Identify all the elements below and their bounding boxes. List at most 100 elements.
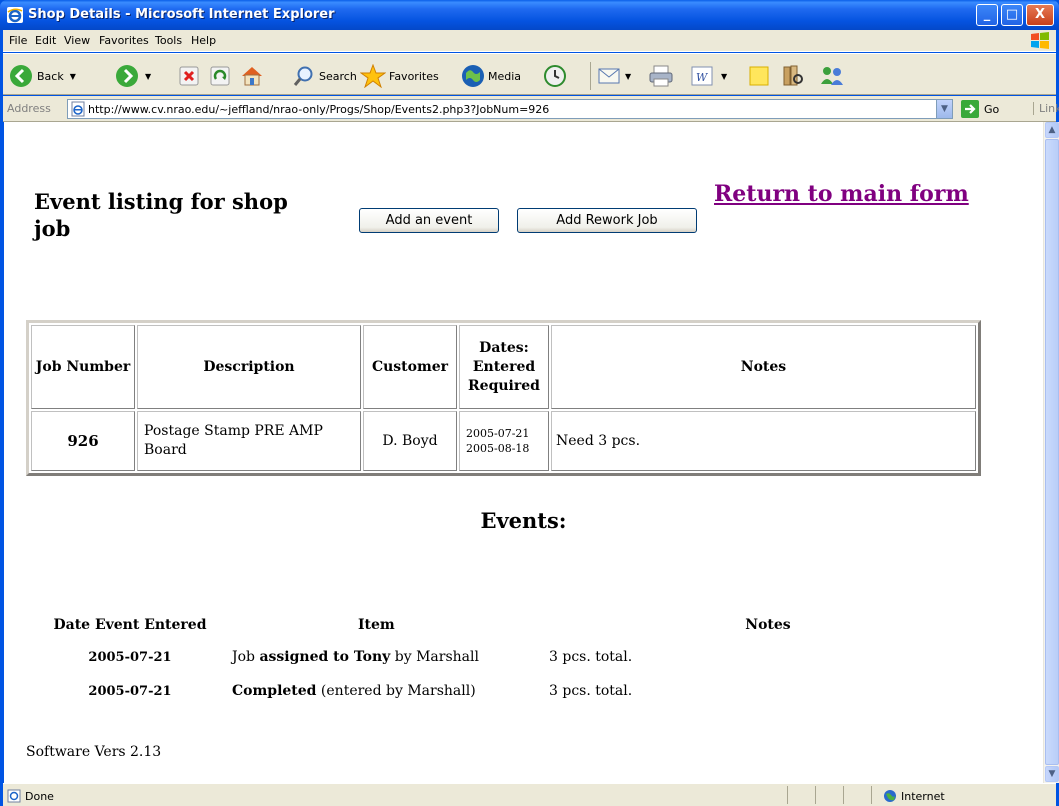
status-divider bbox=[815, 786, 816, 804]
favorites-label: Favorites bbox=[389, 69, 439, 83]
event-notes: 3 pcs. total. bbox=[549, 649, 633, 665]
job-table: Job Number Description Customer Dates: E… bbox=[26, 320, 981, 476]
events-heading: Events: bbox=[480, 508, 567, 533]
return-to-main-form-link[interactable]: Return to main form bbox=[714, 180, 994, 208]
menu-edit[interactable]: Edit bbox=[35, 34, 56, 47]
menu-view[interactable]: View bbox=[64, 34, 90, 47]
software-version: Software Vers 2.13 bbox=[26, 744, 162, 760]
messenger-icon bbox=[821, 67, 843, 85]
favorites-button[interactable]: Favorites bbox=[360, 62, 439, 90]
word-icon: W bbox=[691, 66, 713, 86]
page-viewport: Event listing for shop job Add an event … bbox=[4, 122, 1043, 783]
go-arrow-icon bbox=[961, 100, 979, 118]
events-header-date: Date Event Entered bbox=[53, 617, 207, 633]
history-button[interactable] bbox=[543, 62, 567, 90]
refresh-button[interactable] bbox=[210, 62, 230, 90]
page-icon bbox=[71, 101, 85, 117]
window-title: Shop Details - Microsoft Internet Explor… bbox=[28, 7, 335, 22]
windows-logo-icon bbox=[1031, 32, 1049, 49]
menu-tools[interactable]: Tools bbox=[155, 34, 182, 47]
header-customer: Customer bbox=[363, 325, 457, 409]
discuss-button[interactable] bbox=[748, 62, 770, 90]
search-label: Search bbox=[319, 69, 357, 83]
media-button[interactable]: Media bbox=[461, 62, 521, 90]
mail-dropdown-icon[interactable]: ▼ bbox=[625, 72, 631, 81]
go-button[interactable]: Go bbox=[961, 100, 999, 118]
page-done-icon bbox=[7, 789, 21, 803]
home-button[interactable] bbox=[240, 62, 264, 90]
status-divider bbox=[871, 786, 872, 804]
status-divider bbox=[843, 786, 844, 804]
menu-favorites[interactable]: Favorites bbox=[99, 34, 149, 47]
minimize-icon: _ bbox=[983, 7, 991, 22]
menu-bar: File Edit View Favorites Tools Help bbox=[3, 30, 1056, 52]
header-dates-entered: Entered bbox=[472, 358, 536, 375]
add-event-button[interactable]: Add an event bbox=[359, 208, 499, 233]
event-item: Completed (entered by Marshall) bbox=[220, 674, 548, 708]
history-icon bbox=[544, 65, 566, 87]
media-label: Media bbox=[488, 69, 522, 83]
back-button[interactable]: Back ▼ bbox=[9, 62, 76, 90]
status-bar: Done Internet bbox=[3, 783, 1056, 806]
header-description: Description bbox=[137, 325, 361, 409]
mail-button[interactable]: ▼ bbox=[590, 62, 631, 90]
forward-button[interactable]: ▼ bbox=[115, 62, 151, 90]
back-dropdown-icon[interactable]: ▼ bbox=[70, 72, 76, 81]
close-icon: X bbox=[1034, 7, 1046, 22]
header-dates-required: Required bbox=[468, 377, 540, 394]
scroll-up-icon[interactable]: ▲ bbox=[1045, 122, 1059, 138]
add-rework-job-button[interactable]: Add Rework Job bbox=[517, 208, 697, 233]
menu-file[interactable]: File bbox=[9, 34, 27, 47]
edit-button[interactable]: W ▼ bbox=[691, 62, 727, 90]
event-item-text: Job bbox=[232, 649, 260, 665]
event-item-bold: assigned to Tony bbox=[259, 649, 391, 665]
media-icon bbox=[462, 65, 484, 87]
print-icon bbox=[649, 65, 673, 87]
title-bar[interactable]: Shop Details - Microsoft Internet Explor… bbox=[0, 0, 1059, 30]
print-button[interactable] bbox=[648, 62, 674, 90]
event-date: 2005-07-21 bbox=[88, 683, 172, 699]
back-arrow-icon bbox=[10, 65, 32, 87]
scroll-down-icon[interactable]: ▼ bbox=[1045, 766, 1059, 782]
status-done-label: Done bbox=[25, 789, 54, 803]
browser-window: Shop Details - Microsoft Internet Explor… bbox=[0, 0, 1059, 806]
maximize-button[interactable]: □ bbox=[1001, 4, 1023, 26]
research-button[interactable] bbox=[781, 62, 805, 90]
menu-help[interactable]: Help bbox=[191, 34, 216, 47]
header-job-number: Job Number bbox=[31, 325, 135, 409]
events-header-item: Item bbox=[358, 617, 395, 633]
dates-cell: 2005-07-21 2005-08-18 bbox=[459, 411, 549, 471]
customer-cell: D. Boyd bbox=[363, 411, 457, 471]
event-item-bold: Completed bbox=[232, 683, 317, 699]
date-entered: 2005-07-21 bbox=[466, 427, 530, 440]
messenger-button[interactable] bbox=[819, 62, 845, 90]
address-url: http://www.cv.nrao.edu/~jeffland/nrao-on… bbox=[88, 103, 550, 116]
header-notes: Notes bbox=[551, 325, 976, 409]
stop-button[interactable] bbox=[179, 62, 199, 90]
minimize-button[interactable]: _ bbox=[976, 4, 998, 26]
ie-logo-icon bbox=[7, 7, 23, 23]
links-button[interactable]: Links bbox=[1033, 102, 1059, 115]
event-notes: 3 pcs. total. bbox=[549, 683, 633, 699]
home-icon bbox=[242, 67, 262, 86]
back-label: Back bbox=[37, 69, 64, 83]
description-cell: Postage Stamp PRE AMP Board bbox=[137, 411, 361, 471]
search-button[interactable]: Search bbox=[293, 62, 357, 90]
events-table: Date Event Entered Item Notes 2005-07-21… bbox=[40, 610, 988, 708]
forward-dropdown-icon[interactable]: ▼ bbox=[145, 72, 151, 81]
event-row: 2005-07-21 Job assigned to Tony by Marsh… bbox=[40, 640, 988, 674]
scroll-thumb[interactable] bbox=[1045, 139, 1059, 765]
header-dates-label: Dates: bbox=[479, 339, 529, 356]
close-button[interactable]: X bbox=[1026, 4, 1054, 26]
edit-dropdown-icon[interactable]: ▼ bbox=[721, 72, 727, 81]
search-icon bbox=[293, 66, 313, 86]
address-input[interactable]: http://www.cv.nrao.edu/~jeffland/nrao-on… bbox=[67, 99, 953, 119]
mail-icon bbox=[598, 68, 620, 84]
vertical-scrollbar[interactable]: ▲ ▼ bbox=[1043, 122, 1059, 783]
job-table-header-row: Job Number Description Customer Dates: E… bbox=[31, 325, 976, 409]
event-row: 2005-07-21 Completed (entered by Marshal… bbox=[40, 674, 988, 708]
event-item-text: by Marshall bbox=[390, 649, 479, 665]
address-dropdown-icon[interactable]: ▼ bbox=[936, 100, 952, 118]
maximize-icon: □ bbox=[1005, 7, 1019, 22]
status-divider bbox=[787, 786, 788, 804]
